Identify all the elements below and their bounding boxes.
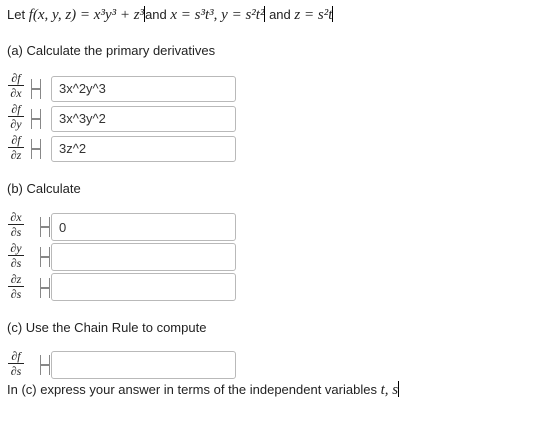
equals-sign	[40, 247, 50, 267]
instruction-note: In (c) express your answer in terms of t…	[7, 381, 400, 399]
part-b-heading: (b) Calculate	[7, 181, 81, 196]
dz-ds-input[interactable]	[51, 273, 236, 301]
f-definition: f(x, y, z) = x³y³ + z³	[28, 7, 145, 23]
dx-ds-input[interactable]: 0	[51, 213, 236, 241]
let-text: Let	[7, 7, 29, 22]
derivative-label: ∂f ∂x	[8, 72, 24, 99]
z-definition: z = s²t	[294, 7, 333, 23]
and-text-2: and	[269, 7, 291, 22]
df-ds-input[interactable]	[51, 351, 236, 379]
equals-sign	[40, 217, 50, 237]
equals-sign	[31, 109, 41, 129]
df-dz-input[interactable]: 3z^2	[51, 136, 236, 162]
derivative-label: ∂f ∂y	[8, 103, 24, 130]
derivative-label: ∂y ∂s	[8, 242, 24, 269]
derivative-label: ∂x ∂s	[8, 211, 24, 238]
text-cursor	[332, 6, 334, 22]
problem-statement: Let f(x, y, z) = x³y³ + z³and x = s³t³, …	[7, 6, 334, 24]
derivative-label: ∂f ∂z	[8, 134, 24, 161]
equals-sign	[40, 355, 50, 375]
text-cursor	[398, 381, 400, 397]
derivative-label: ∂f ∂s	[8, 350, 24, 377]
note-text: In (c) express your answer in terms of t…	[7, 382, 381, 397]
xy-definition: x = s³t³, y = s²t²	[170, 7, 265, 23]
df-dy-input[interactable]: 3x^3y^2	[51, 106, 236, 132]
equals-sign	[40, 278, 50, 298]
part-c-heading: (c) Use the Chain Rule to compute	[7, 320, 207, 335]
and-text-1: and	[145, 7, 167, 22]
note-variables: t, s	[380, 382, 399, 398]
part-a-heading: (a) Calculate the primary derivatives	[7, 43, 216, 58]
equals-sign	[31, 79, 41, 99]
dy-ds-input[interactable]	[51, 243, 236, 271]
equals-sign	[31, 139, 41, 159]
df-dx-input[interactable]: 3x^2y^3	[51, 76, 236, 102]
derivative-label: ∂z ∂s	[8, 273, 24, 300]
text-cursor	[264, 6, 266, 22]
